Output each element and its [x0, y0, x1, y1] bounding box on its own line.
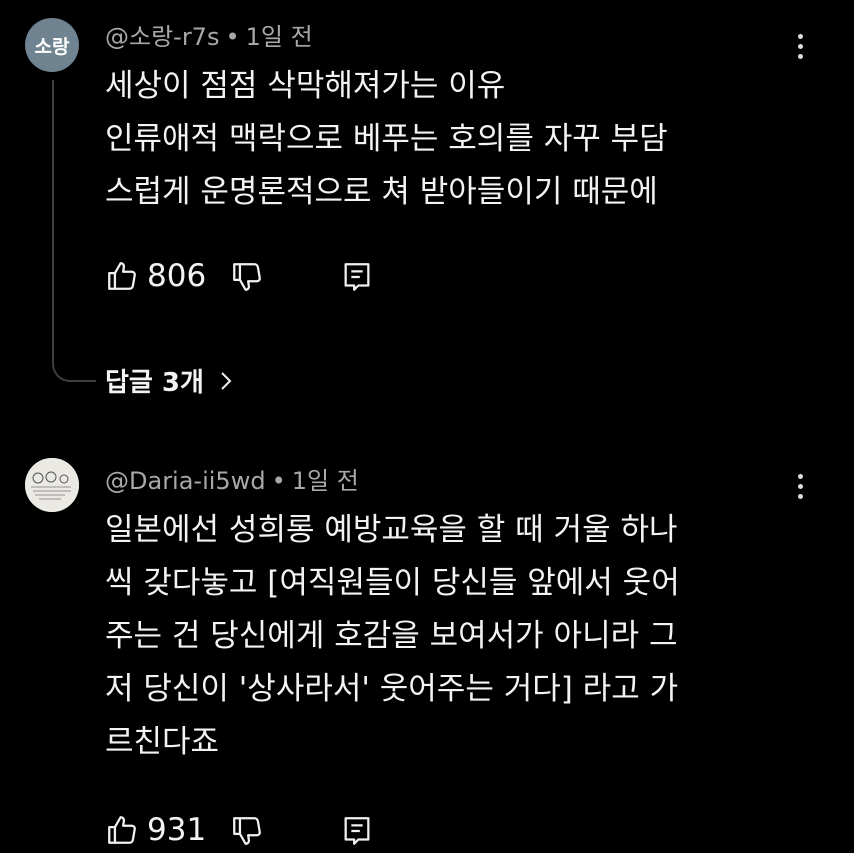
- more-vert-icon[interactable]: [780, 26, 820, 66]
- like-button[interactable]: 806: [105, 258, 206, 294]
- comment-line: 스럽게 운명론적으로 쳐 받아들이기 때문에: [105, 174, 658, 210]
- thumbs-down-icon: [233, 817, 261, 845]
- thread-connector: [52, 80, 96, 382]
- author-name[interactable]: @소랑-r7s: [105, 23, 219, 51]
- comment-meta: @소랑-r7s • 1일 전: [105, 22, 313, 52]
- avatar[interactable]: [25, 458, 79, 512]
- chevron-right-icon: [221, 371, 232, 390]
- comment-line: 저 당신이 '상사라서' 웃어주는 거다] 라고 가: [105, 671, 679, 707]
- comment-line: 씩 갖다놓고 [여직원들이 당신들 앞에서 웃어: [105, 565, 680, 601]
- like-button[interactable]: 931: [105, 812, 206, 848]
- reply-button[interactable]: [340, 260, 374, 294]
- comment-text: 세상이 점점 삭막해져가는 이유 인류애적 맥락으로 베푸는 호의를 자꾸 부담…: [105, 60, 668, 219]
- comment-line: 일본에선 성희롱 예방교육을 할 때 거울 하나: [105, 512, 678, 548]
- thumbs-down-icon: [233, 263, 261, 291]
- avatar-sketch-image: [25, 458, 79, 512]
- thumbs-up-icon: [108, 262, 136, 290]
- comment-meta: @Daria-ii5wd • 1일 전: [105, 466, 359, 496]
- dislike-button[interactable]: [230, 814, 264, 848]
- dislike-button[interactable]: [230, 260, 264, 294]
- replies-label: 답글 3개: [105, 368, 204, 398]
- author-name[interactable]: @Daria-ii5wd: [105, 467, 266, 495]
- reply-icon: [344, 817, 370, 845]
- timestamp[interactable]: 1일 전: [246, 23, 313, 51]
- meta-separator: •: [225, 23, 240, 51]
- comment-line: 주는 건 당신에게 호감을 보여서가 아니라 그: [105, 618, 678, 654]
- reply-button[interactable]: [340, 814, 374, 848]
- comment-line: 르친다죠: [105, 724, 220, 760]
- like-count: 931: [147, 812, 207, 848]
- more-vert-icon[interactable]: [780, 466, 820, 506]
- like-count: 806: [147, 258, 207, 294]
- comment-line: 세상이 점점 삭막해져가는 이유: [105, 68, 506, 104]
- timestamp[interactable]: 1일 전: [292, 467, 359, 495]
- comment-line: 인류애적 맥락으로 베푸는 호의를 자꾸 부담: [105, 121, 668, 157]
- comment-text: 일본에선 성희롱 예방교육을 할 때 거울 하나 씩 갖다놓고 [여직원들이 당…: [105, 504, 680, 769]
- reply-icon: [344, 263, 370, 291]
- avatar[interactable]: 소랑: [25, 18, 79, 72]
- view-replies-button[interactable]: 답글 3개: [105, 362, 234, 399]
- meta-separator: •: [271, 467, 286, 495]
- thumbs-up-icon: [108, 816, 136, 844]
- avatar-initials: 소랑: [34, 35, 70, 58]
